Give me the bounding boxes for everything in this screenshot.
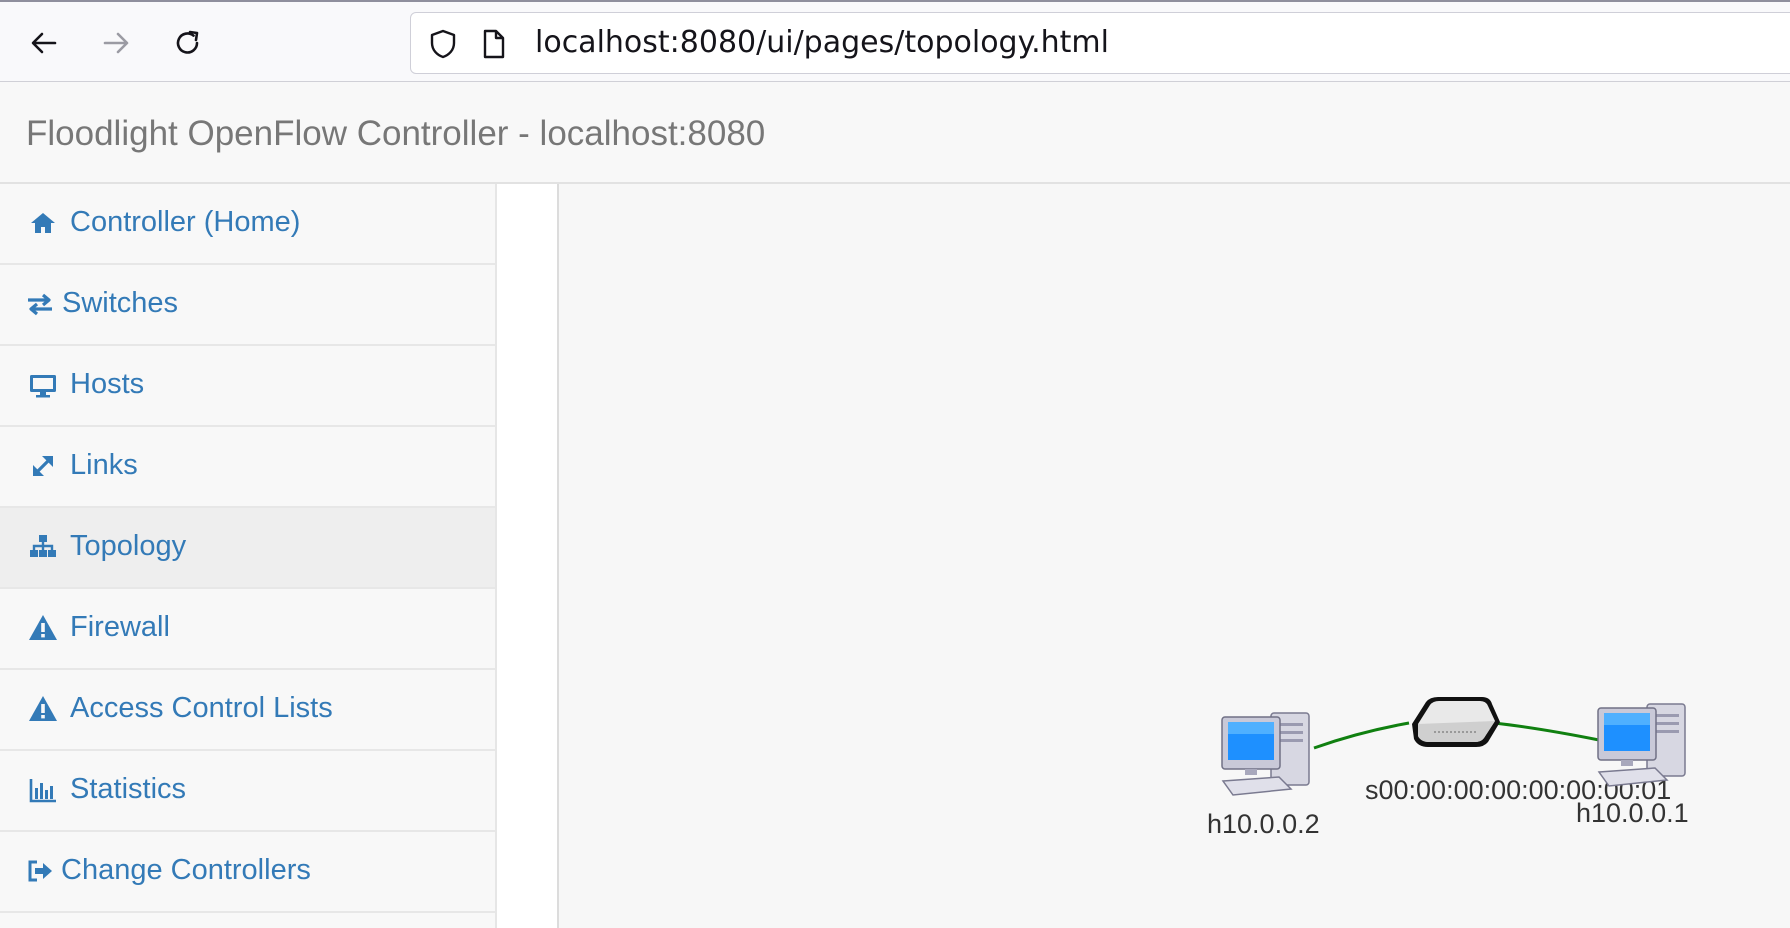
sidebar-item-firewall[interactable]: Firewall: [0, 589, 495, 670]
warning-icon: [28, 613, 58, 643]
sidebar-item-label: Firewall: [70, 611, 170, 643]
sidebar-item-label: Controller (Home): [70, 206, 301, 238]
forward-arrow-icon: [103, 32, 129, 54]
url-text[interactable]: localhost:8080/ui/pages/topology.html: [535, 25, 1109, 60]
host-label: h10.0.0.1: [1576, 798, 1689, 828]
sidebar-item-label: Topology: [70, 530, 187, 562]
bar-chart-icon: [28, 775, 58, 805]
sidebar-item-controller-home[interactable]: Controller (Home): [0, 184, 495, 265]
computer-icon: [1221, 712, 1310, 796]
sidebar-item-label: Access Control Lists: [70, 692, 333, 724]
sidebar-item-topology[interactable]: Topology: [0, 508, 495, 589]
back-arrow-icon: [31, 32, 57, 54]
link-switch-h1[interactable]: [1493, 721, 1600, 742]
host-node-right[interactable]: h10.0.0.1: [1576, 703, 1689, 828]
link-h2-switch[interactable]: [1313, 721, 1410, 750]
sidebar-item-switches[interactable]: Switches: [0, 265, 495, 346]
sidebar-item-label: Statistics: [70, 773, 187, 805]
sidebar-item-label: Switches: [62, 287, 179, 319]
reload-icon: [176, 30, 199, 54]
exchange-icon: [25, 289, 55, 319]
computer-icon: [1597, 703, 1686, 787]
topology-canvas[interactable]: h10.0.0.2 s00:00:00:00:00:00:00:01 h10.0…: [557, 184, 1790, 928]
sidebar-item-statistics[interactable]: Statistics: [0, 751, 495, 832]
forward-button[interactable]: [91, 18, 141, 68]
content-gutter: [497, 184, 557, 928]
sitemap-icon: [28, 532, 58, 562]
page-icon[interactable]: [477, 28, 509, 60]
back-button[interactable]: [19, 18, 69, 68]
topology-graph[interactable]: h10.0.0.2 s00:00:00:00:00:00:00:01 h10.0…: [559, 184, 1790, 928]
warning-icon: [28, 694, 58, 724]
desktop-icon: [28, 370, 58, 400]
app-title[interactable]: Floodlight OpenFlow Controller - localho…: [26, 114, 765, 154]
url-bar[interactable]: localhost:8080/ui/pages/topology.html: [410, 12, 1790, 74]
shield-icon[interactable]: [427, 28, 459, 60]
app-navbar: Floodlight OpenFlow Controller - localho…: [0, 82, 1790, 184]
reload-button[interactable]: [163, 18, 213, 68]
home-icon: [28, 208, 58, 238]
browser-toolbar: localhost:8080/ui/pages/topology.html: [0, 0, 1790, 82]
sidebar-item-change-controllers[interactable]: Change Controllers: [0, 832, 495, 913]
sidebar-item-label: Links: [70, 449, 138, 481]
host-node-left[interactable]: h10.0.0.2: [1207, 712, 1320, 839]
sign-out-icon: [25, 856, 55, 886]
host-label: h10.0.0.2: [1207, 809, 1320, 839]
sidebar-item-hosts[interactable]: Hosts: [0, 346, 495, 427]
sidebar-item-label: Change Controllers: [61, 854, 311, 886]
switch-icon: [1412, 697, 1500, 747]
sidebar-item-label: Hosts: [70, 368, 145, 400]
sidebar-item-links[interactable]: Links: [0, 427, 495, 508]
resize-icon: [28, 451, 58, 481]
sidebar: Controller (Home) Switches Hosts Links T…: [0, 184, 497, 928]
sidebar-item-access-control-lists[interactable]: Access Control Lists: [0, 670, 495, 751]
